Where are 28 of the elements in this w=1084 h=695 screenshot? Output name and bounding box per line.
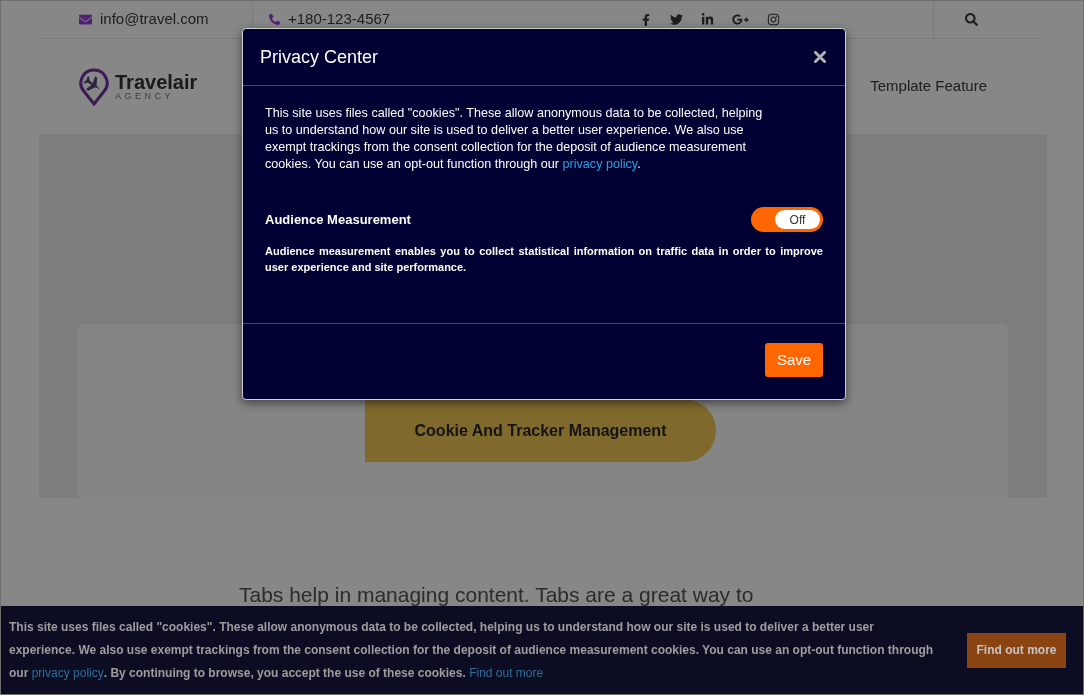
search-icon[interactable] [965, 13, 979, 26]
logo-name: Travelair [115, 72, 198, 92]
setting-label: Audience Measurement [265, 210, 411, 229]
phone-icon [269, 14, 280, 25]
toggle-switch[interactable]: Off [751, 207, 823, 232]
nav-link[interactable]: Template Feature [870, 75, 987, 98]
cookie-banner-text: This site uses files called "cookies". These allow anonymous data to be collected, helping us to understand how our site is used to deliver a better user experience. We also use exempt trackings from the consent collection for the deposit of audience measurement cookies. You can use an opt-out function through our privacy policy. By continuing to browse, you accept the use of these cookies. Find out more [9, 618, 935, 682]
phone-number: +180-123-4567 [288, 9, 391, 30]
close-button[interactable] [812, 49, 828, 65]
instagram-icon[interactable] [767, 13, 781, 26]
google-plus-icon[interactable] [732, 11, 750, 28]
save-button[interactable]: Save [765, 343, 823, 377]
find-out-more-button[interactable]: Find out more [967, 632, 1066, 668]
setting-description: Audience measurement enables you to collect statistical information on traffic data in order to improve user experience and site performance. [265, 244, 823, 275]
plane-pin-logo-icon [79, 67, 109, 106]
logo-tagline: AGENCY [115, 92, 175, 101]
email-address: info@travel.com [100, 9, 209, 30]
email-icon [79, 13, 92, 26]
twitter-icon[interactable] [670, 13, 684, 26]
linkedin-icon[interactable] [701, 13, 715, 26]
intro-text: Tabs help in managing content. Tabs are a great way to [239, 582, 754, 608]
toggle-state-label: Off [775, 210, 820, 229]
cookie-notice-text: This site uses files called "cookies". These allow anonymous data to be collected, helping us to understand how our site is used to deliver a better user experience. We also use exempt trackings from the consent collection for the deposit of audience measurement cookies. You can use an opt-out function through our privacy policy. [265, 105, 764, 173]
dialog-title: Privacy Center [260, 45, 379, 69]
hero-button[interactable]: Cookie And Tracker Management [365, 399, 716, 462]
close-icon [814, 51, 826, 63]
privacy-policy-link[interactable]: privacy policy [31, 665, 104, 680]
find-out-more-link[interactable]: Find out more [469, 665, 544, 680]
